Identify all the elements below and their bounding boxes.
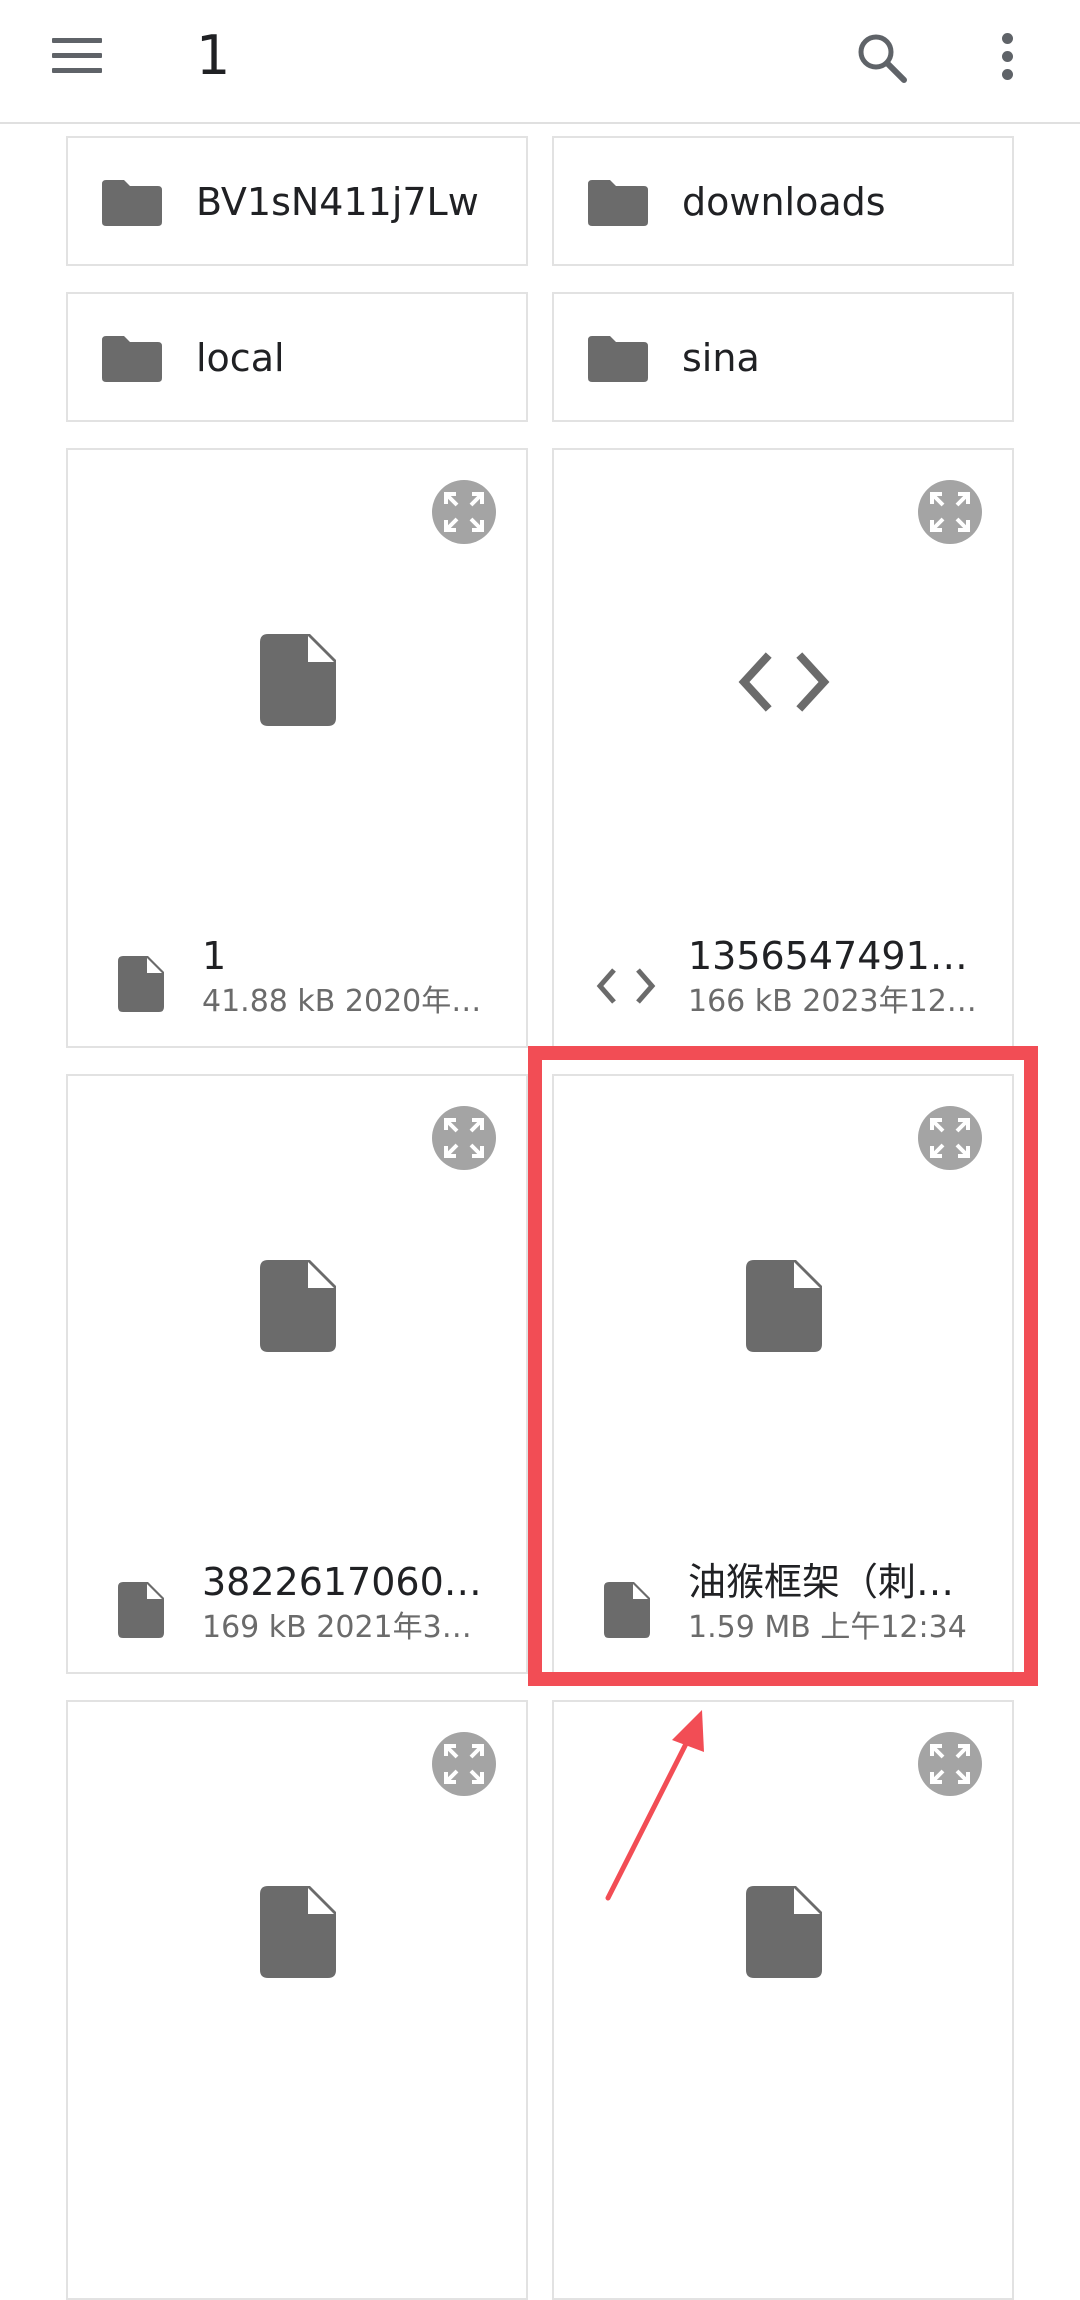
code-icon (596, 968, 656, 1004)
folder-item[interactable]: local (66, 292, 528, 422)
folder-icon (588, 336, 648, 382)
file-name: 38226170601… (202, 1560, 492, 1604)
top-app-bar: 1 (0, 0, 1080, 124)
search-icon[interactable] (852, 28, 912, 88)
expand-icon[interactable] (432, 1106, 496, 1170)
folder-name: local (196, 336, 285, 380)
expand-icon[interactable] (918, 1106, 982, 1170)
file-meta: 169 kB 2021年3… (202, 1610, 472, 1645)
menu-icon[interactable] (52, 38, 102, 76)
page-title: 1 (196, 24, 231, 87)
file-card[interactable]: 油猴框架（刺… 1.59 MB 上午12:34 (552, 1074, 1014, 1674)
file-icon (746, 1886, 822, 1978)
file-icon (746, 1260, 822, 1352)
expand-icon[interactable] (918, 480, 982, 544)
file-card[interactable] (552, 1700, 1014, 2300)
folder-icon (102, 336, 162, 382)
folder-item[interactable]: BV1sN411j7Lw (66, 136, 528, 266)
file-name: 1356547491_… (688, 934, 978, 978)
expand-icon[interactable] (432, 480, 496, 544)
file-icon (260, 1886, 336, 1978)
file-icon (118, 956, 164, 1012)
more-vert-icon[interactable] (990, 28, 1024, 88)
file-name: 1 (202, 934, 227, 978)
expand-icon[interactable] (918, 1732, 982, 1796)
folder-item[interactable]: sina (552, 292, 1014, 422)
folder-name: BV1sN411j7Lw (196, 180, 479, 224)
folder-name: sina (682, 336, 760, 380)
expand-icon[interactable] (432, 1732, 496, 1796)
file-card[interactable]: 1356547491_… 166 kB 2023年12… (552, 448, 1014, 1048)
file-meta: 41.88 kB 2020年… (202, 984, 482, 1019)
folder-item[interactable]: downloads (552, 136, 1014, 266)
folder-icon (588, 180, 648, 226)
file-icon (260, 634, 336, 726)
file-meta: 166 kB 2023年12… (688, 984, 977, 1019)
file-icon (260, 1260, 336, 1352)
folder-name: downloads (682, 180, 886, 224)
file-card[interactable]: 1 41.88 kB 2020年… (66, 448, 528, 1048)
code-icon (738, 652, 830, 712)
file-icon (604, 1582, 650, 1638)
file-card[interactable] (66, 1700, 528, 2300)
file-card[interactable]: 38226170601… 169 kB 2021年3… (66, 1074, 528, 1674)
file-name: 油猴框架（刺… (688, 1560, 955, 1604)
file-icon (118, 1582, 164, 1638)
file-meta: 1.59 MB 上午12:34 (688, 1610, 967, 1645)
folder-icon (102, 180, 162, 226)
